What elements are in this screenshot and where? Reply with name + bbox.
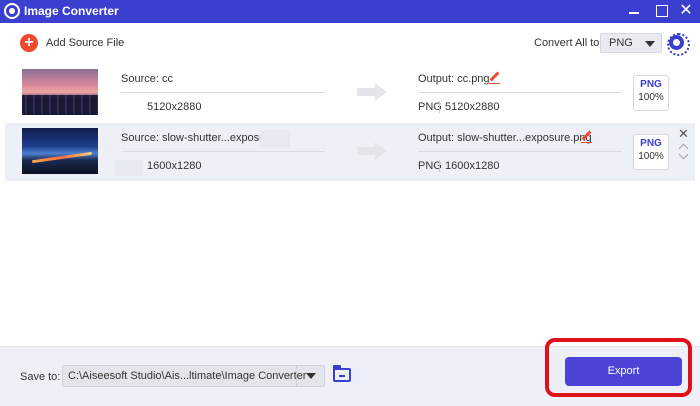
file-row[interactable]: Source: cc 5120x2880 Output: cc.png PNG … bbox=[5, 64, 695, 122]
minimize-button[interactable] bbox=[620, 0, 648, 23]
chevron-down-icon bbox=[306, 373, 316, 379]
badge-format: PNG bbox=[640, 79, 662, 90]
source-name: Source: slow-shutter...exposure. bbox=[121, 132, 279, 144]
source-resolution: 1600x1280 bbox=[147, 160, 202, 172]
save-path-dropdown[interactable] bbox=[296, 366, 324, 386]
source-name: Source: cc bbox=[121, 73, 173, 85]
window-title: Image Converter bbox=[24, 4, 119, 18]
source-divider bbox=[121, 92, 325, 93]
chevron-down-icon bbox=[645, 41, 655, 47]
convert-all-label: Convert All to: bbox=[534, 37, 603, 49]
file-thumbnail bbox=[22, 69, 98, 115]
file-row[interactable]: Source: slow-shutter...exposure. 1600x12… bbox=[5, 123, 695, 181]
export-button[interactable]: Export bbox=[565, 357, 682, 386]
app-logo-icon bbox=[4, 3, 20, 19]
chevron-down-icon[interactable] bbox=[678, 150, 688, 160]
add-source-button[interactable]: Add Source File bbox=[46, 37, 124, 49]
title-bar: Image Converter ✕ bbox=[0, 0, 700, 23]
redaction-block bbox=[260, 130, 290, 148]
output-name: Output: slow-shutter...exposure.png bbox=[418, 132, 592, 144]
output-separator bbox=[439, 160, 440, 172]
output-divider bbox=[418, 151, 622, 152]
format-badge[interactable]: PNG 100% bbox=[633, 134, 669, 170]
gear-icon[interactable] bbox=[667, 33, 690, 56]
source-resolution: 5120x2880 bbox=[147, 101, 202, 113]
output-separator bbox=[439, 101, 440, 113]
badge-format: PNG bbox=[640, 138, 662, 149]
badge-quality: 100% bbox=[638, 151, 664, 162]
output-name: Output: cc.png bbox=[418, 73, 490, 85]
folder-icon[interactable] bbox=[333, 365, 351, 382]
save-path-value: C:\Aiseesoft Studio\Ais...ltimate\Image … bbox=[68, 370, 307, 382]
output-resolution: 1600x1280 bbox=[445, 160, 500, 172]
convert-all-format-value: PNG bbox=[609, 37, 633, 49]
remove-file-icon[interactable]: ✕ bbox=[678, 127, 689, 140]
toolbar: + Add Source File Convert All to: PNG bbox=[0, 23, 700, 63]
format-badge[interactable]: PNG 100% bbox=[633, 75, 669, 111]
add-source-icon[interactable]: + bbox=[20, 34, 38, 52]
source-divider bbox=[121, 151, 325, 152]
arrow-right-icon bbox=[357, 142, 387, 160]
save-path-select[interactable]: C:\Aiseesoft Studio\Ais...ltimate\Image … bbox=[62, 365, 325, 387]
close-window-button[interactable]: ✕ bbox=[672, 0, 700, 23]
redaction-block bbox=[115, 160, 143, 176]
badge-quality: 100% bbox=[638, 92, 664, 103]
arrow-right-icon bbox=[357, 83, 387, 101]
file-thumbnail bbox=[22, 128, 98, 174]
edit-icon[interactable] bbox=[581, 131, 592, 143]
output-divider bbox=[418, 92, 622, 93]
save-to-label: Save to: bbox=[20, 371, 61, 383]
edit-icon[interactable] bbox=[489, 72, 500, 84]
convert-all-format-select[interactable]: PNG bbox=[600, 33, 662, 53]
output-resolution: 5120x2880 bbox=[445, 101, 500, 113]
